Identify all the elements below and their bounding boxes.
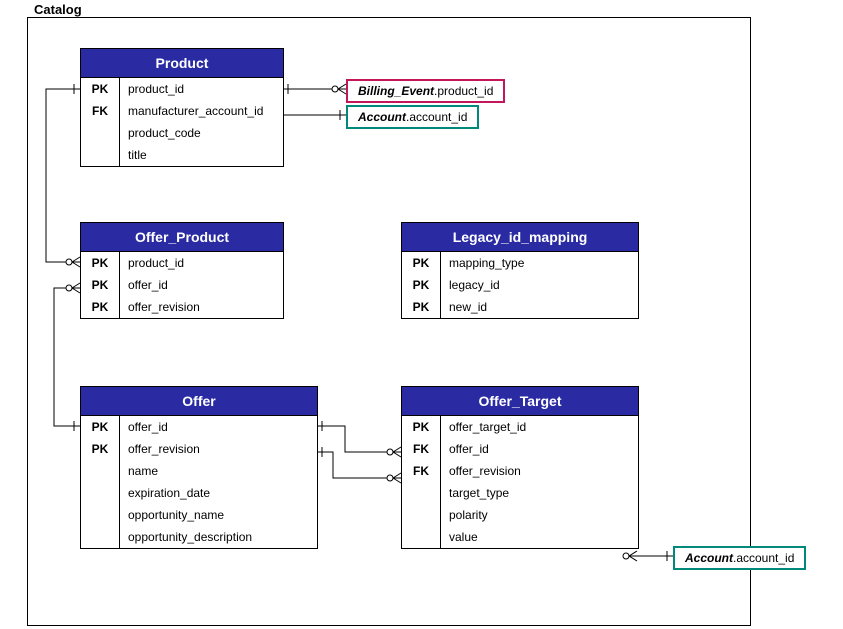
column-name: offer_revision: [441, 460, 638, 482]
entity-product-title: Product: [81, 49, 283, 78]
table-row: FK manufacturer_account_id: [81, 100, 283, 122]
table-row: FK offer_id: [402, 438, 638, 460]
entity-offer-target: Offer_Target PK offer_target_id FK offer…: [401, 386, 639, 549]
column-name: name: [120, 460, 317, 482]
table-row: PK offer_revision: [81, 296, 283, 318]
module-label: Catalog: [34, 2, 82, 17]
table-row: PK product_id: [81, 78, 283, 100]
table-row: PK offer_id: [81, 416, 317, 438]
ref-account-bottom: Account.account_id: [673, 546, 806, 570]
column-name: product_id: [120, 252, 283, 274]
table-row: expiration_date: [81, 482, 317, 504]
key-label: PK: [81, 416, 120, 438]
column-name: target_type: [441, 482, 638, 504]
key-label: FK: [402, 460, 441, 482]
key-label: [402, 526, 441, 548]
table-row: PK offer_revision: [81, 438, 317, 460]
table-row: target_type: [402, 482, 638, 504]
key-label: PK: [402, 296, 441, 318]
column-name: product_id: [120, 78, 283, 100]
table-row: PK offer_target_id: [402, 416, 638, 438]
table-row: PK mapping_type: [402, 252, 638, 274]
key-label: [81, 482, 120, 504]
column-name: title: [120, 144, 283, 166]
column-name: value: [441, 526, 638, 548]
key-label: PK: [81, 438, 120, 460]
entity-offer-target-title: Offer_Target: [402, 387, 638, 416]
key-label: PK: [402, 274, 441, 296]
ref-col-name: .account_id: [406, 110, 467, 124]
column-name: polarity: [441, 504, 638, 526]
table-row: PK new_id: [402, 296, 638, 318]
table-row: FK offer_revision: [402, 460, 638, 482]
key-label: [81, 504, 120, 526]
column-name: manufacturer_account_id: [120, 100, 283, 122]
column-name: offer_revision: [120, 438, 317, 460]
table-row: opportunity_name: [81, 504, 317, 526]
key-label: PK: [81, 296, 120, 318]
column-name: offer_target_id: [441, 416, 638, 438]
column-name: new_id: [441, 296, 638, 318]
table-row: product_code: [81, 122, 283, 144]
key-label: PK: [81, 252, 120, 274]
column-name: offer_id: [120, 416, 317, 438]
key-label: [402, 482, 441, 504]
entity-legacy-id-mapping: Legacy_id_mapping PK mapping_type PK leg…: [401, 222, 639, 319]
entity-offer: Offer PK offer_id PK offer_revision name…: [80, 386, 318, 549]
entity-offer-product-title: Offer_Product: [81, 223, 283, 252]
column-name: legacy_id: [441, 274, 638, 296]
column-name: expiration_date: [120, 482, 317, 504]
key-label: [81, 144, 120, 166]
key-label: FK: [402, 438, 441, 460]
column-name: offer_id: [441, 438, 638, 460]
key-label: [402, 504, 441, 526]
ref-col-name: .product_id: [434, 84, 493, 98]
key-label: [81, 122, 120, 144]
ref-entity-name: Billing_Event: [358, 84, 434, 98]
column-name: opportunity_name: [120, 504, 317, 526]
entity-legacy-title: Legacy_id_mapping: [402, 223, 638, 252]
table-row: polarity: [402, 504, 638, 526]
key-label: PK: [81, 78, 120, 100]
ref-billing-event: Billing_Event.product_id: [346, 79, 505, 103]
table-row: PK legacy_id: [402, 274, 638, 296]
ref-entity-name: Account: [358, 110, 406, 124]
erd-canvas: Catalog: [0, 0, 843, 629]
ref-col-name: .account_id: [733, 551, 794, 565]
key-label: FK: [81, 100, 120, 122]
ref-entity-name: Account: [685, 551, 733, 565]
column-name: mapping_type: [441, 252, 638, 274]
table-row: value: [402, 526, 638, 548]
column-name: opportunity_description: [120, 526, 317, 548]
entity-offer-title: Offer: [81, 387, 317, 416]
table-row: PK product_id: [81, 252, 283, 274]
entity-product: Product PK product_id FK manufacturer_ac…: [80, 48, 284, 167]
entity-offer-product: Offer_Product PK product_id PK offer_id …: [80, 222, 284, 319]
column-name: product_code: [120, 122, 283, 144]
column-name: offer_revision: [120, 296, 283, 318]
key-label: PK: [402, 252, 441, 274]
key-label: PK: [81, 274, 120, 296]
ref-account-top: Account.account_id: [346, 105, 479, 129]
key-label: [81, 460, 120, 482]
key-label: [81, 526, 120, 548]
key-label: PK: [402, 416, 441, 438]
table-row: opportunity_description: [81, 526, 317, 548]
table-row: name: [81, 460, 317, 482]
column-name: offer_id: [120, 274, 283, 296]
table-row: title: [81, 144, 283, 166]
table-row: PK offer_id: [81, 274, 283, 296]
